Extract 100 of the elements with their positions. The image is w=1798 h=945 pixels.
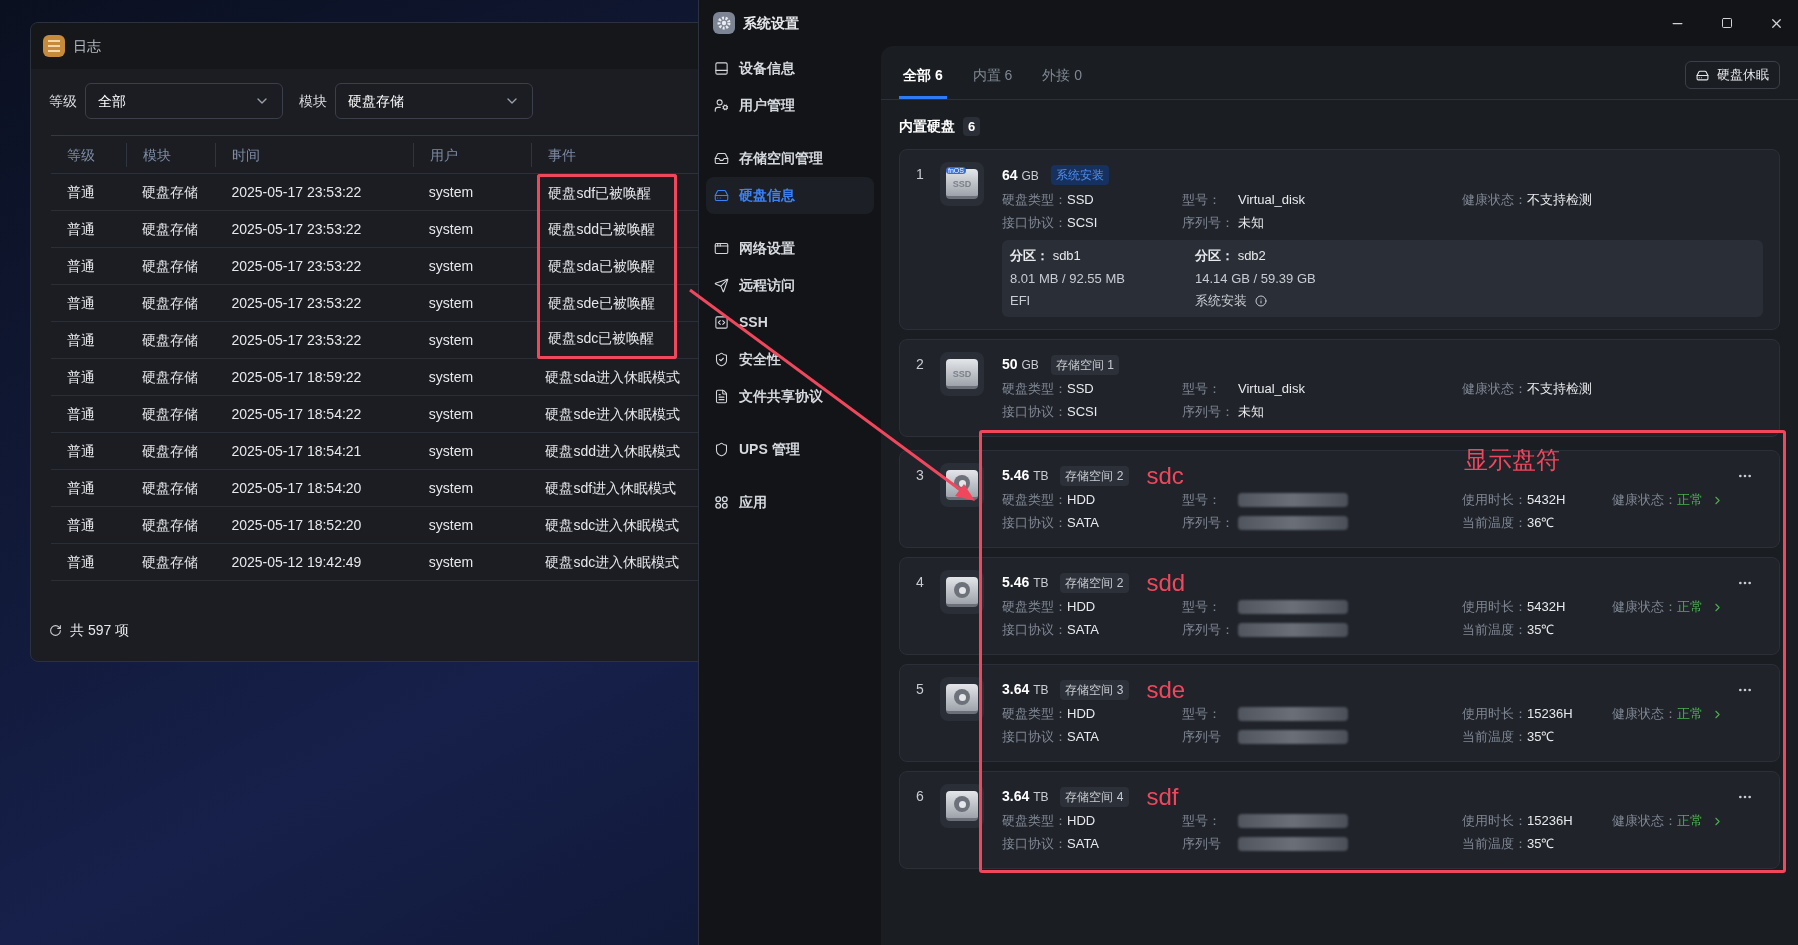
field-value: SATA [1067,835,1100,854]
tab[interactable]: 内置 6 [968,55,1017,99]
field-value: SSD [1067,190,1094,209]
sidebar-item[interactable]: 硬盘信息 [706,177,874,214]
field-label: 使用时长： [1462,705,1527,724]
field-label: 型号： [1182,705,1222,724]
table-cell: system [428,554,474,570]
table-cell-text: 硬盘sda已被唤醒 [548,256,655,276]
grid-icon [714,495,729,510]
sidebar-item[interactable]: 远程访问 [706,267,874,304]
field-label: 序列号： [1182,514,1235,533]
table-cell: 2025-05-17 18:54:21 [231,443,362,459]
drive-letter-note: sde [1146,677,1186,702]
sidebar-item[interactable]: 网络设置 [706,230,874,267]
gear-icon [713,12,735,34]
disk-index: 6 [916,786,925,806]
annotation-note: 显示盘符 [1464,447,1560,472]
partition-usage: 14.14 GB / 59.39 GB [1195,269,1317,288]
health-status-link[interactable]: 正常 [1677,811,1724,831]
field-label: 硬盘类型： [1002,491,1067,510]
table-cell: 普通 [67,221,95,237]
tab[interactable]: 外接 0 [1038,55,1087,99]
table-cell: system [428,295,474,311]
field-label: 使用时长： [1462,491,1527,510]
field-value: SATA [1067,621,1100,640]
sidebar-item[interactable]: 设备信息 [706,50,874,87]
drive-letter-note: sdc [1146,463,1184,488]
select-field[interactable]: 全部 [85,83,283,119]
sidebar-item[interactable]: UPS 管理 [706,431,874,468]
table-cell: system [428,332,474,348]
field-value: HDD [1067,598,1096,617]
table-cell: 普通 [67,480,95,496]
sidebar-item[interactable]: 存储空间管理 [706,140,874,177]
field-value: SATA [1067,728,1100,747]
sidebar-item[interactable]: 应用 [706,484,874,521]
field-label: 型号： [1182,812,1222,831]
shield-check-icon [714,352,729,367]
table-cell: system [428,184,474,200]
disk-size: 64 GB [1002,165,1039,185]
code-icon [714,315,729,330]
field-label: 健康状态： [1612,705,1677,724]
count-badge: 6 [963,116,981,137]
sidebar-item[interactable]: 文件共享协议 [706,378,874,415]
maximize-icon[interactable] [1721,17,1733,29]
disk-index: 2 [916,354,925,374]
partition-description: EFI [1010,292,1031,310]
table-cell-text: 硬盘sdd已被唤醒 [548,219,655,239]
field-label: 型号： [1182,598,1222,617]
field-value: 15236H [1527,705,1573,724]
sidebar-item[interactable]: 用户管理 [706,87,874,124]
tab[interactable]: 全部 6 [899,55,947,99]
field-value: 35℃ [1527,621,1555,640]
table-cell: 普通 [67,443,95,459]
field-value: HDD [1067,812,1096,831]
table-cell: system [428,221,474,237]
table-cell: 2025-05-17 23:53:22 [231,258,362,274]
health-status-link[interactable]: 正常 [1677,704,1724,724]
document-icon [714,389,729,404]
drive-letter-note: sdd [1146,570,1186,595]
field-label: 型号： [1182,491,1222,510]
health-status-link[interactable]: 正常 [1677,597,1724,617]
health-status-link[interactable]: 正常 [1677,490,1724,510]
window-title: 系统设置 [743,13,799,33]
disk-index: 3 [916,465,925,485]
column-header: 等级 [67,146,95,163]
disk-size: 5.46 TB [1002,466,1049,485]
filter-label: 等级 [49,91,77,111]
field-label: 序列号 [1182,728,1222,747]
info-icon[interactable] [1255,294,1267,307]
table-cell-text: 硬盘sdc已被唤醒 [548,329,655,348]
table-cell: 硬盘存储 [142,295,199,311]
field-value: 36℃ [1527,514,1555,533]
field-label: 序列号： [1182,621,1235,640]
table-cell-text: 硬盘sdc进入休眠模式 [545,552,680,572]
field-value: 不支持检测 [1527,380,1592,399]
field-value: 未知 [1238,213,1264,232]
table-cell: 普通 [67,517,95,533]
sleep-button[interactable]: 硬盘休眠 [1685,61,1780,89]
storage-tag: 存储空间 1 [1050,354,1119,375]
disk-index: 1 [916,165,925,184]
field-value: SATA [1067,514,1100,533]
table-cell-text: 硬盘sdf已被唤醒 [548,184,652,203]
field-label: 健康状态： [1462,190,1527,209]
table-cell-text: 硬盘sdc进入休眠模式 [545,515,680,535]
drive-letter-note: sdf [1146,784,1179,809]
storage-tag: 存储空间 2 [1060,572,1129,593]
window-title: 日志 [73,36,101,56]
field-label: 硬盘类型： [1002,190,1067,209]
table-cell: 硬盘存储 [142,517,199,533]
field-value: 15236H [1527,812,1573,831]
table-cell: 硬盘存储 [142,221,199,237]
send-icon [714,278,729,293]
user-gear-icon [714,98,729,113]
field-value: 35℃ [1527,835,1555,854]
refresh-icon[interactable] [49,624,62,637]
field-value: 5432H [1527,491,1566,510]
sidebar-item[interactable]: SSH [706,304,874,341]
select-field[interactable]: 硬盘存储 [335,83,533,119]
app-icon [43,35,65,57]
shield-icon [714,442,729,457]
